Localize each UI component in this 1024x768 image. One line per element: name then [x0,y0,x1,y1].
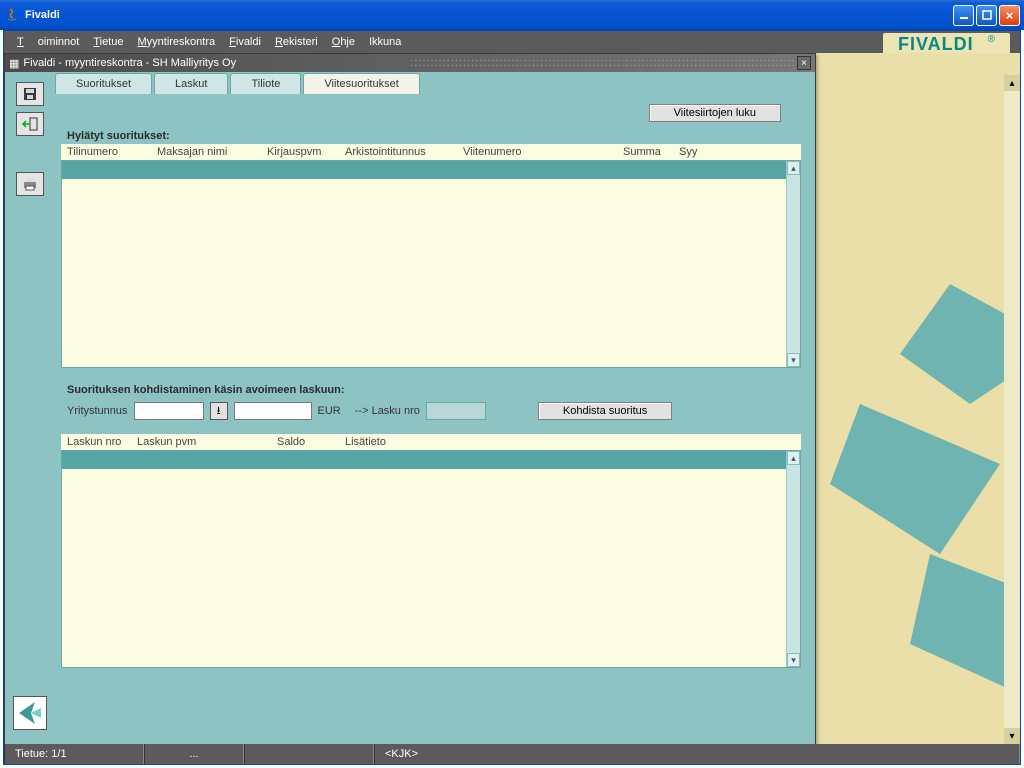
status-cell-2: ... [144,744,244,764]
print-button[interactable] [16,172,44,196]
scroll-down-icon[interactable]: ▾ [1004,728,1020,744]
col-viitenumero: Viitenumero [463,146,623,158]
printer-icon [22,177,38,191]
menubar: Toiminnot Tietue Myyntireskontra Fivaldi… [4,31,1020,53]
col-laskun-nro: Laskun nro [67,436,137,448]
col-saldo: Saldo [277,436,345,448]
invoice-table-header: Laskun nro Laskun pvm Saldo Lisätieto [61,434,801,450]
yritystunnus-label: Yritystunnus [67,405,128,417]
amount-input[interactable] [234,402,312,420]
table-row[interactable] [62,451,800,469]
menu-ohje[interactable]: Ohje [325,34,362,50]
table-scrollbar[interactable]: ▴ ▾ [786,451,800,667]
col-kirjauspvm: Kirjauspvm [267,146,345,158]
menu-fivaldi[interactable]: Fivaldi [222,34,268,50]
col-laskun-pvm: Laskun pvm [137,436,277,448]
workspace: ▴ ▾ ▦ Fivaldi - myyntireskontra - SH Mal… [4,53,1020,744]
scroll-up-icon[interactable]: ▴ [1004,75,1020,91]
table-scrollbar[interactable]: ▴ ▾ [786,161,800,367]
menu-ikkuna[interactable]: Ikkuna [362,34,408,50]
java-icon [4,7,20,23]
inner-window: ▦ Fivaldi - myyntireskontra - SH Malliyr… [4,53,816,744]
scroll-down-icon[interactable]: ▾ [787,653,800,667]
tab-viitesuoritukset[interactable]: Viitesuoritukset [303,73,419,94]
side-toolbar [5,72,55,744]
eur-label: EUR [318,405,341,417]
inner-window-icon: ▦ [9,57,19,70]
menu-tietue[interactable]: Tietue [86,34,130,50]
viitesiirtojen-luku-button[interactable]: Viitesiirtojen luku [649,104,781,122]
lasku-nro-field [426,402,486,420]
menu-myyntireskontra[interactable]: Myyntireskontra [130,34,222,50]
col-maksajan-nimi: Maksajan nimi [157,146,267,158]
exit-icon [22,117,38,131]
os-window-title: Fivaldi [25,9,953,21]
save-button[interactable] [16,82,44,106]
os-close-button[interactable]: × [999,5,1020,26]
status-tietue: Tietue: 1/1 [4,744,144,764]
table-row[interactable] [62,161,800,179]
kohdista-suoritus-button[interactable]: Kohdista suoritus [538,402,672,420]
rejected-table-header: Tilinumero Maksajan nimi Kirjauspvm Arki… [61,144,801,160]
workspace-scrollbar[interactable]: ▴ ▾ [1004,75,1020,744]
menu-toiminnot[interactable]: Toiminnot [10,34,86,50]
content-area: Suoritukset Laskut Tiliote Viitesuorituk… [55,72,815,744]
download-icon: ⭳ [217,402,221,421]
status-cell-3 [244,744,374,764]
col-tilinumero: Tilinumero [67,146,157,158]
lasku-arrow-label: --> Lasku nro [355,405,420,417]
floppy-icon [22,86,38,102]
fivaldi-arrow-icon [17,700,43,726]
tab-suoritukset[interactable]: Suoritukset [55,73,152,94]
col-lisatieto: Lisätieto [345,436,386,448]
col-syy: Syy [679,146,697,158]
allocation-form-row: Yritystunnus ⭳ EUR --> Lasku nro Kohdist… [67,402,801,420]
menu-rekisteri[interactable]: Rekisteri [268,34,325,50]
exit-button[interactable] [16,112,44,136]
col-arkistointitunnus: Arkistointitunnus [345,146,463,158]
col-summa: Summa [623,146,679,158]
background-decor [800,254,1020,704]
lookup-button[interactable]: ⭳ [210,402,228,420]
os-minimize-button[interactable] [953,5,974,26]
inner-close-button[interactable]: × [797,56,811,70]
scroll-up-icon[interactable]: ▴ [787,161,800,175]
tab-panel: Viitesiirtojen luku Hylätyt suoritukset:… [55,94,807,678]
status-user: <KJK> [374,744,1020,764]
scroll-up-icon[interactable]: ▴ [787,451,800,465]
titlebar-grip: ::::::::::::::::::::::::::::::::::::::::… [410,57,797,69]
rejected-payments-label: Hylätyt suoritukset: [67,130,801,142]
os-maximize-button[interactable] [976,5,997,26]
rejected-table[interactable]: ▴ ▾ [61,160,801,368]
fivaldi-icon-button[interactable] [13,696,47,730]
invoice-table[interactable]: ▴ ▾ [61,450,801,668]
statusbar: Tietue: 1/1 ... <KJK> [4,744,1020,764]
app-frame: Toiminnot Tietue Myyntireskontra Fivaldi… [3,30,1021,765]
os-titlebar: Fivaldi × [0,0,1024,30]
inner-titlebar[interactable]: ▦ Fivaldi - myyntireskontra - SH Malliyr… [5,54,815,72]
tab-tiliote[interactable]: Tiliote [230,73,301,94]
inner-window-title: Fivaldi - myyntireskontra - SH Malliyrit… [23,57,410,69]
manual-allocation-label: Suorituksen kohdistaminen käsin avoimeen… [67,384,801,396]
tab-laskut[interactable]: Laskut [154,73,228,94]
scroll-down-icon[interactable]: ▾ [787,353,800,367]
yritystunnus-input[interactable] [134,402,204,420]
tab-bar: Suoritukset Laskut Tiliote Viitesuorituk… [55,72,807,94]
